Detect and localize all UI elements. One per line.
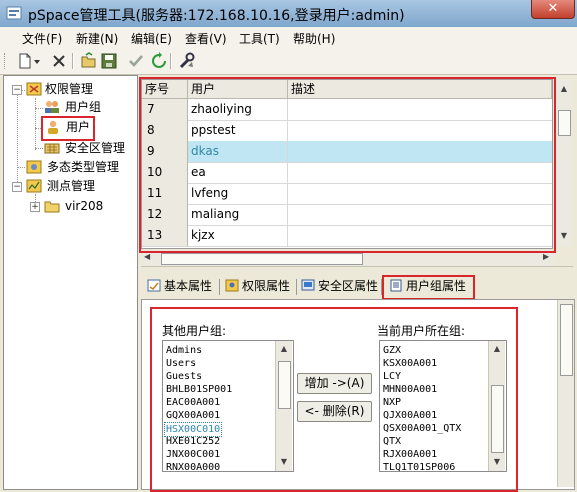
table-vertical-scrollbar[interactable]: ▲ ▼ <box>555 80 572 246</box>
tree-item-points[interactable]: 测点管理 <box>47 177 95 195</box>
toolbar <box>0 48 577 75</box>
open-folder-icon[interactable] <box>80 52 98 70</box>
tree-toggle-points[interactable]: − <box>12 182 22 192</box>
scroll-thumb[interactable] <box>558 110 571 136</box>
tree-item-polytype[interactable]: 多态类型管理 <box>47 158 119 176</box>
save-icon[interactable] <box>100 52 118 70</box>
close-button[interactable]: ✕ <box>531 0 575 19</box>
tree-item-security-zone[interactable]: 安全区管理 <box>65 139 125 157</box>
tree-item-vir208[interactable]: vir208 <box>65 197 103 215</box>
window-title: pSpace管理工具(服务器:172.168.10.16,登录用户:admin) <box>28 8 405 24</box>
table-horizontal-scrollbar[interactable]: ◀ ▶ <box>141 251 555 266</box>
tab-label: 权限属性 <box>242 279 291 293</box>
points-icon <box>26 179 42 193</box>
tab-basic-properties[interactable]: 基本属性 <box>147 276 212 297</box>
menu-file[interactable]: 文件(F) <box>22 30 62 47</box>
tab-security-zone-properties[interactable]: 安全区属性 <box>301 276 378 297</box>
security-zone-tree-icon <box>44 143 60 154</box>
highlight-active-tab <box>382 275 475 300</box>
menu-view[interactable]: 查看(V) <box>185 30 227 47</box>
tools-icon[interactable] <box>178 52 196 70</box>
scroll-right-icon[interactable]: ▶ <box>543 252 549 261</box>
menu-bar: 文件(F) 新建(N) 编辑(E) 查看(V) 工具(T) 帮助(H) <box>0 27 577 48</box>
highlight-user-node <box>41 116 95 141</box>
usergroup-icon <box>45 101 59 113</box>
title-bar[interactable]: pSpace管理工具(服务器:172.168.10.16,登录用户:admin)… <box>0 0 577 27</box>
property-tabs: 基本属性 权限属性 安全区属性 用户组属性 <box>141 273 573 299</box>
tree-pane: − 权限管理 用户组 用户 安全区管理 多态类型管理 − 测点管理 + vir2… <box>3 75 138 490</box>
menu-new[interactable]: 新建(N) <box>76 30 118 47</box>
menu-edit[interactable]: 编辑(E) <box>131 30 172 47</box>
scroll-left-icon[interactable]: ◀ <box>144 252 150 261</box>
scroll-down-icon[interactable]: ▼ <box>557 229 571 243</box>
permission-properties-icon <box>225 279 239 292</box>
delete-x-icon[interactable] <box>50 52 68 70</box>
app-icon <box>6 6 22 20</box>
dropdown-arrow-icon[interactable] <box>33 52 42 70</box>
scroll-thumb[interactable] <box>560 304 573 376</box>
check-icon[interactable] <box>127 52 145 70</box>
new-document-icon[interactable] <box>16 52 34 70</box>
refresh-icon[interactable] <box>150 52 168 70</box>
polytype-icon <box>26 160 42 174</box>
tree-item-usergroup[interactable]: 用户组 <box>65 98 101 116</box>
folder-icon <box>44 201 60 213</box>
tab-label: 安全区属性 <box>318 279 379 293</box>
menu-tools[interactable]: 工具(T) <box>239 30 280 47</box>
menu-help[interactable]: 帮助(H) <box>293 30 335 47</box>
hscroll-thumb[interactable] <box>161 253 363 265</box>
scroll-up-icon[interactable]: ▲ <box>557 82 571 96</box>
tree-toggle-root[interactable]: − <box>12 85 22 95</box>
basic-properties-icon <box>147 279 161 292</box>
security-zone-icon <box>301 279 315 291</box>
permission-root-icon <box>26 82 42 96</box>
tab-label: 基本属性 <box>164 279 213 293</box>
tab-permission-properties[interactable]: 权限属性 <box>225 276 290 297</box>
main-window: pSpace管理工具(服务器:172.168.10.16,登录用户:admin)… <box>0 0 577 492</box>
panel-vertical-scrollbar[interactable] <box>557 300 574 487</box>
tree-item-permissions[interactable]: 权限管理 <box>45 80 93 98</box>
highlight-group-panel <box>150 307 518 492</box>
highlight-user-table <box>139 77 556 253</box>
horizontal-splitter[interactable] <box>141 266 573 272</box>
tree-toggle-vir208[interactable]: + <box>30 202 40 212</box>
